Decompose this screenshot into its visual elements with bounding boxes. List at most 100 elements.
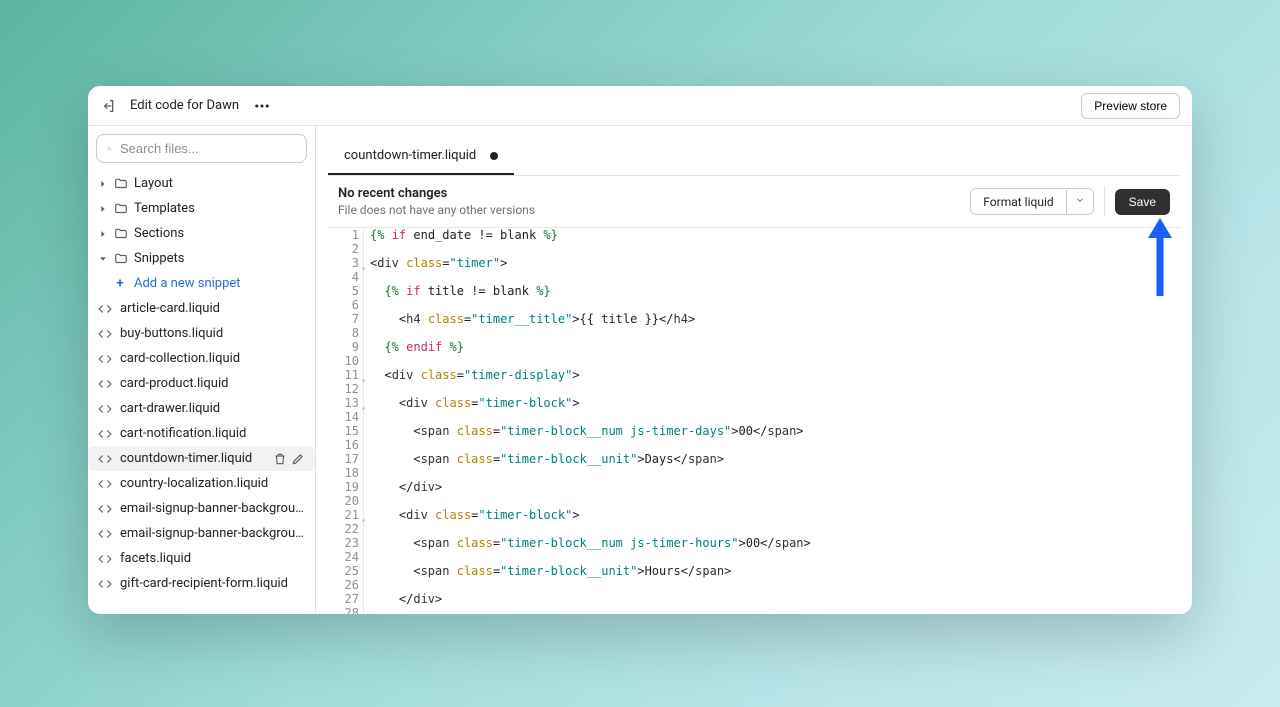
code-icon [98, 552, 112, 566]
file-gift-card-recipient-form-liquid[interactable]: gift-card-recipient-form.liquid [88, 571, 315, 596]
file-label: buy-buttons.liquid [120, 326, 305, 341]
editor-subheader: No recent changes File does not have any… [328, 175, 1180, 228]
plus-icon: + [114, 276, 126, 291]
code-line[interactable] [370, 270, 1174, 284]
code-line[interactable]: <h4 class="timer__title">{{ title }}</h4… [370, 312, 1174, 326]
tab-label: countdown-timer.liquid [344, 148, 476, 163]
folder-snippets[interactable]: Snippets [88, 246, 315, 271]
code-line[interactable] [370, 438, 1174, 452]
code-line[interactable]: <div class="timer-display"> [370, 368, 1174, 382]
file-label: cart-drawer.liquid [120, 401, 305, 416]
folder-templates[interactable]: Templates [88, 196, 315, 221]
code-line[interactable] [370, 382, 1174, 396]
code-line[interactable] [370, 550, 1174, 564]
more-icon[interactable] [253, 97, 271, 115]
code-line[interactable] [370, 494, 1174, 508]
code-line[interactable] [370, 298, 1174, 312]
code-icon [98, 302, 112, 316]
file-facets-liquid[interactable]: facets.liquid [88, 546, 315, 571]
file-label: facets.liquid [120, 551, 305, 566]
code-line[interactable]: <span class="timer-block__num js-timer-d… [370, 424, 1174, 438]
code-icon [98, 402, 112, 416]
app-window: Edit code for Dawn Preview store Layout T… [88, 86, 1192, 614]
folder-label: Templates [134, 201, 195, 216]
code-line[interactable]: <div class="timer-block"> [370, 396, 1174, 410]
save-button[interactable]: Save [1115, 189, 1170, 215]
file-article-card-liquid[interactable]: article-card.liquid [88, 296, 315, 321]
tab-countdown-timer[interactable]: countdown-timer.liquid [328, 138, 514, 175]
code-line[interactable] [370, 326, 1174, 340]
exit-icon[interactable] [100, 98, 116, 114]
file-cart-notification-liquid[interactable]: cart-notification.liquid [88, 421, 315, 446]
file-email-signup-banner-background-li-[interactable]: email-signup-banner-background.li... [88, 521, 315, 546]
format-label: Format liquid [971, 190, 1066, 214]
file-label: countdown-timer.liquid [120, 451, 265, 466]
add-label: Add a new snippet [134, 276, 241, 291]
code-line[interactable]: </div> [370, 592, 1174, 606]
code-line[interactable]: {% endif %} [370, 340, 1174, 354]
code-line[interactable]: <div class="timer"> [370, 256, 1174, 270]
code-line[interactable]: <span class="timer-block__unit">Hours</s… [370, 564, 1174, 578]
search-input[interactable] [96, 134, 307, 163]
code-icon [98, 452, 112, 466]
file-label: article-card.liquid [120, 301, 305, 316]
folder-label: Layout [134, 176, 173, 191]
code-line[interactable]: <div class="timer-block"> [370, 508, 1174, 522]
code-line[interactable]: <span class="timer-block__unit">Days</sp… [370, 452, 1174, 466]
file-tree: Layout Templates Sections Snippets + Add a ne… [88, 171, 315, 614]
recent-changes-title: No recent changes [338, 186, 535, 201]
tab-bar: countdown-timer.liquid [328, 138, 1180, 175]
file-countdown-timer-liquid[interactable]: countdown-timer.liquid [88, 446, 315, 471]
file-label: country-localization.liquid [120, 476, 305, 491]
trash-icon[interactable] [273, 452, 287, 466]
code-line[interactable]: <span class="timer-block__num js-timer-h… [370, 536, 1174, 550]
file-label: card-product.liquid [120, 376, 305, 391]
code-icon [98, 327, 112, 341]
code-icon [98, 577, 112, 591]
code-icon [98, 427, 112, 441]
divider [1104, 186, 1105, 217]
dirty-dot-icon [490, 152, 498, 160]
code-line[interactable] [370, 522, 1174, 536]
gutter: 123⌄4567891011⌄1213⌄1415161718192021⌄222… [328, 228, 364, 614]
file-label: email-signup-banner-background-... [120, 501, 305, 516]
folder-sections[interactable]: Sections [88, 221, 315, 246]
preview-store-button[interactable]: Preview store [1081, 93, 1180, 119]
code-line[interactable] [370, 354, 1174, 368]
folder-label: Sections [134, 226, 184, 241]
code-content[interactable]: {% if end_date != blank %} <div class="ti… [364, 228, 1180, 614]
file-label: gift-card-recipient-form.liquid [120, 576, 305, 591]
chevron-down-icon[interactable] [1067, 189, 1093, 214]
code-line[interactable] [370, 606, 1174, 614]
code-line[interactable] [370, 242, 1174, 256]
recent-changes-desc: File does not have any other versions [338, 203, 535, 217]
code-icon [98, 502, 112, 516]
file-card-collection-liquid[interactable]: card-collection.liquid [88, 346, 315, 371]
code-line[interactable]: </div> [370, 480, 1174, 494]
code-line[interactable]: {% if title != blank %} [370, 284, 1174, 298]
code-line[interactable] [370, 466, 1174, 480]
code-icon [98, 352, 112, 366]
pencil-icon[interactable] [291, 452, 305, 466]
code-icon [98, 527, 112, 541]
search-field[interactable] [120, 141, 296, 156]
file-buy-buttons-liquid[interactable]: buy-buttons.liquid [88, 321, 315, 346]
add-new-snippet[interactable]: + Add a new snippet [88, 271, 315, 296]
code-line[interactable] [370, 410, 1174, 424]
page-title: Edit code for Dawn [130, 98, 239, 113]
folder-label: Snippets [134, 251, 185, 266]
code-editor[interactable]: 123⌄4567891011⌄1213⌄1415161718192021⌄222… [328, 228, 1180, 614]
folder-layout[interactable]: Layout [88, 171, 315, 196]
file-country-localization-liquid[interactable]: country-localization.liquid [88, 471, 315, 496]
file-label: email-signup-banner-background.li... [120, 526, 305, 541]
editor-pane: countdown-timer.liquid No recent changes… [316, 126, 1192, 614]
code-line[interactable] [370, 578, 1174, 592]
file-card-product-liquid[interactable]: card-product.liquid [88, 371, 315, 396]
code-icon [98, 477, 112, 491]
code-line[interactable]: {% if end_date != blank %} [370, 228, 1174, 242]
file-email-signup-banner-background-[interactable]: email-signup-banner-background-... [88, 496, 315, 521]
format-liquid-button[interactable]: Format liquid [970, 188, 1093, 215]
file-label: card-collection.liquid [120, 351, 305, 366]
workspace: Layout Templates Sections Snippets + Add a ne… [88, 126, 1192, 614]
file-cart-drawer-liquid[interactable]: cart-drawer.liquid [88, 396, 315, 421]
